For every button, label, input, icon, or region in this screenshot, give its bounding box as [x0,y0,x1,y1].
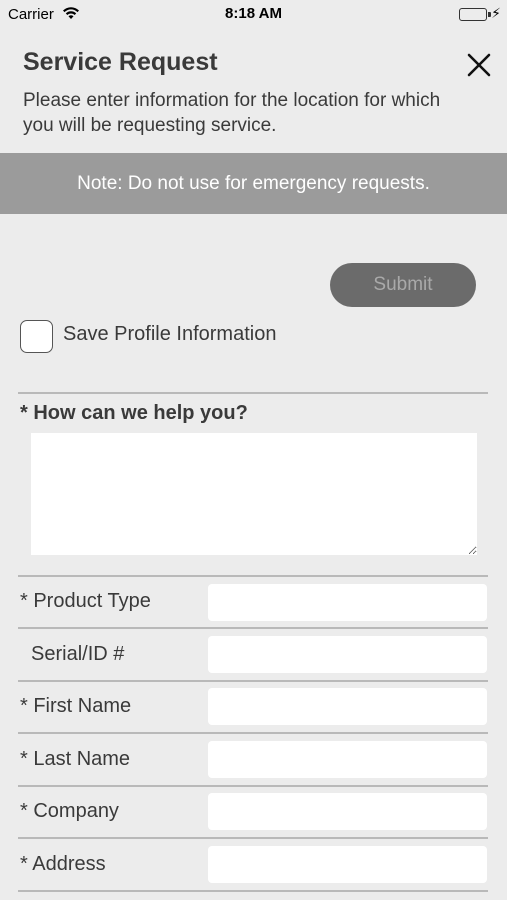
divider [18,680,488,682]
clock: 8:18 AM [225,5,282,22]
serial-id-input[interactable] [208,636,487,673]
battery-icon [459,8,491,21]
divider [18,837,488,839]
divider [18,890,488,892]
page-subtitle: Please enter information for the locatio… [23,90,441,136]
first-name-label: * First Name [20,695,132,717]
serial-id-label: Serial/ID # [31,643,125,665]
address-label: * Address [20,853,106,875]
divider [18,785,488,787]
close-icon[interactable] [462,48,496,82]
submit-button[interactable]: Submit [330,263,476,307]
product-type-label: * Product Type [20,590,151,612]
save-profile-checkbox[interactable] [20,320,53,353]
status-bar: Carrier 8:18 AM ⚡︎ [0,0,507,28]
help-label: * How can we help you? [20,402,248,424]
divider [18,575,488,577]
divider [18,627,488,629]
emergency-note-banner: Note: Do not use for emergency requests. [0,153,507,214]
address-input[interactable] [208,846,487,883]
help-textarea[interactable] [31,433,477,555]
save-profile-label[interactable]: Save Profile Information [63,323,276,346]
last-name-input[interactable] [208,741,487,778]
last-name-label: * Last Name [20,748,131,770]
company-label: * Company [20,800,119,822]
first-name-input[interactable] [208,688,487,725]
divider [18,392,488,394]
note-text: Note: Do not use for emergency requests. [77,172,430,194]
product-type-input[interactable] [208,584,487,621]
company-input[interactable] [208,793,487,830]
charging-bolt-icon: ⚡︎ [491,5,501,21]
divider [18,732,488,734]
page-title: Service Request [23,48,218,76]
